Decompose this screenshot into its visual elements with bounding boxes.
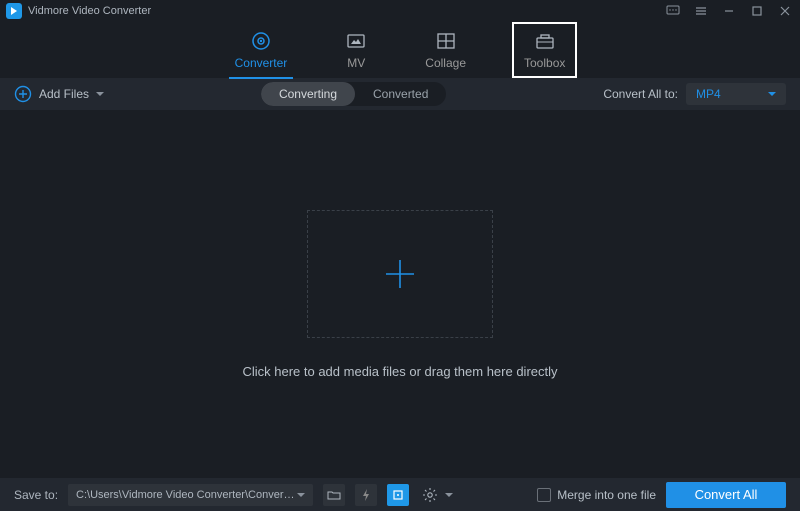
add-files-label: Add Files [39, 87, 89, 101]
add-media-dropzone[interactable] [307, 210, 493, 338]
gpu-accel-button[interactable] [387, 484, 409, 506]
tab-toolbox[interactable]: Toolbox [512, 22, 577, 78]
merge-checkbox[interactable] [537, 488, 551, 502]
status-segmented: Converting Converted [261, 82, 446, 106]
collage-icon [435, 30, 457, 52]
tab-collage[interactable]: Collage [413, 22, 478, 78]
plus-circle-icon [14, 85, 32, 103]
bolt-off-icon [359, 488, 373, 502]
gear-icon [422, 487, 438, 503]
tab-converter-label: Converter [235, 56, 288, 70]
dropzone-hint: Click here to add media files or drag th… [242, 364, 557, 379]
convert-all-button[interactable]: Convert All [666, 482, 786, 508]
tab-converter[interactable]: Converter [223, 22, 300, 78]
segment-converting[interactable]: Converting [261, 82, 355, 106]
minimize-icon[interactable] [720, 2, 738, 20]
close-icon[interactable] [776, 2, 794, 20]
tab-toolbox-label: Toolbox [524, 56, 565, 70]
merge-label: Merge into one file [557, 488, 656, 502]
toolbox-icon [534, 30, 556, 52]
convert-all-to-label: Convert All to: [603, 87, 678, 101]
settings-dropdown[interactable] [419, 484, 453, 506]
output-format-dropdown[interactable]: MP4 [686, 83, 786, 105]
gpu-icon [391, 488, 405, 502]
chevron-down-icon [297, 493, 305, 497]
app-title: Vidmore Video Converter [28, 5, 151, 17]
chevron-down-icon [768, 92, 776, 96]
chevron-down-icon [96, 92, 104, 96]
save-path-dropdown[interactable]: C:\Users\Vidmore Video Converter\Convert… [68, 484, 313, 506]
segment-converted[interactable]: Converted [355, 82, 446, 106]
save-path-value: C:\Users\Vidmore Video Converter\Convert… [76, 489, 297, 501]
tab-collage-label: Collage [425, 56, 466, 70]
main-area: Click here to add media files or drag th… [0, 110, 800, 478]
chevron-down-icon [445, 493, 453, 497]
menu-icon[interactable] [692, 2, 710, 20]
add-files-button[interactable]: Add Files [14, 85, 104, 103]
mv-icon [345, 30, 367, 52]
save-to-label: Save to: [14, 488, 58, 502]
plus-icon [380, 254, 420, 294]
speedup-off-button[interactable] [355, 484, 377, 506]
folder-icon [327, 488, 341, 502]
maximize-icon[interactable] [748, 2, 766, 20]
convert-all-label: Convert All [695, 487, 758, 502]
feedback-icon[interactable] [664, 2, 682, 20]
converter-icon [250, 30, 272, 52]
open-folder-button[interactable] [323, 484, 345, 506]
app-logo-icon [6, 3, 22, 19]
tab-mv[interactable]: MV [333, 22, 379, 78]
tab-mv-label: MV [347, 56, 365, 70]
output-format-value: MP4 [696, 87, 721, 101]
